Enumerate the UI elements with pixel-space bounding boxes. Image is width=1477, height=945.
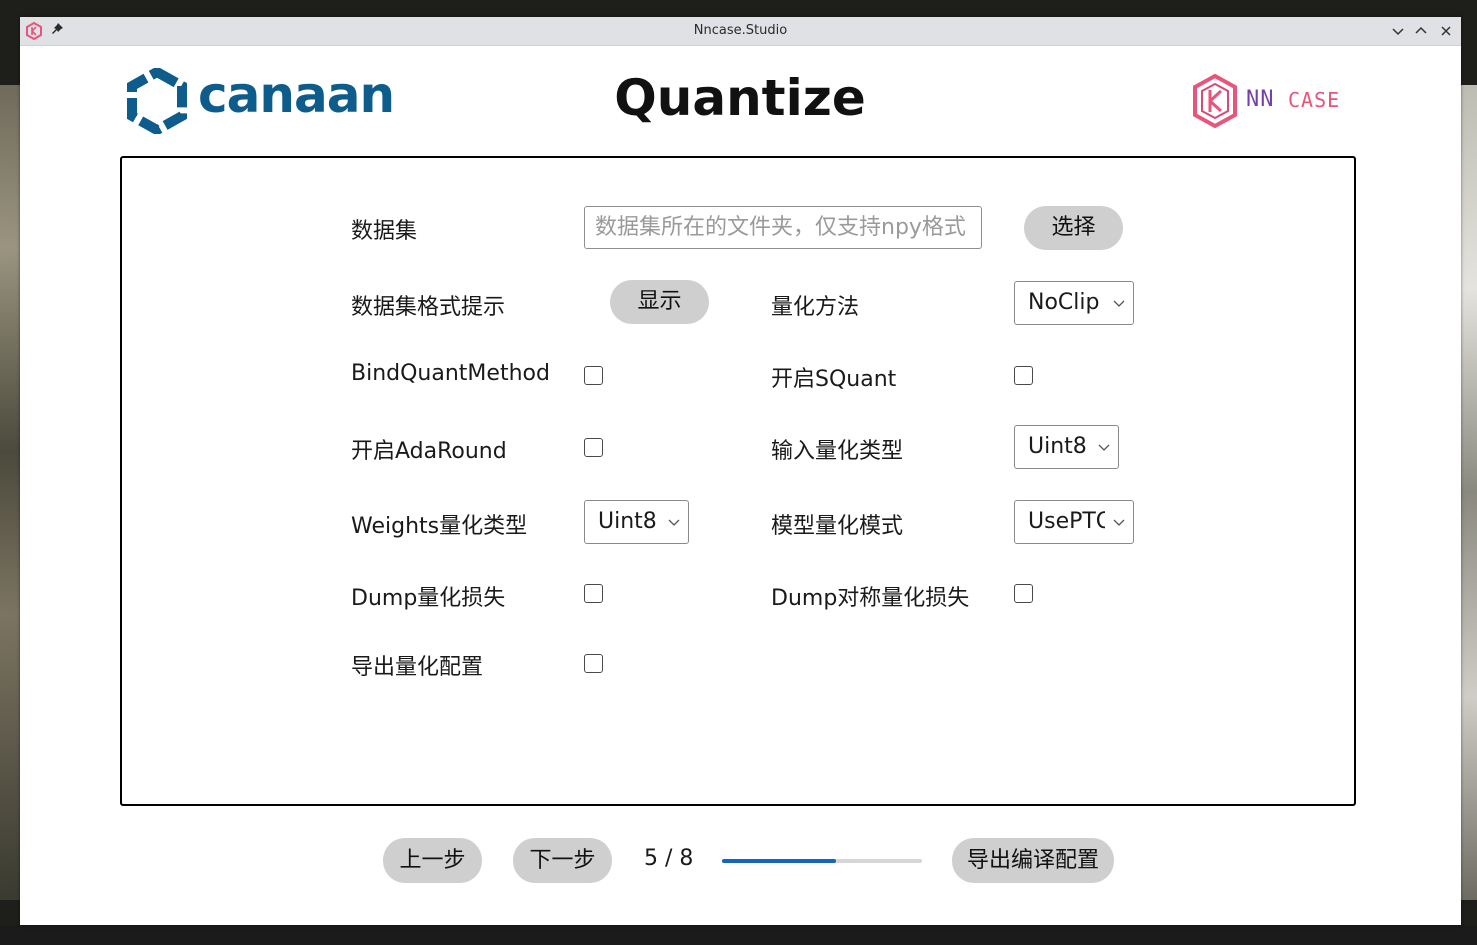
step-progress-bar xyxy=(722,859,922,863)
app-window: Nncase.Studio canaan Quantize NN CASE 数据… xyxy=(20,17,1461,925)
desktop-background-left xyxy=(0,85,20,900)
canaan-hexagon-icon xyxy=(127,68,187,134)
adaround-checkbox[interactable] xyxy=(584,438,603,457)
step-counter: 5 / 8 xyxy=(644,846,694,871)
desktop-taskbar-strip xyxy=(0,925,1477,945)
dataset-format-hint-label: 数据集格式提示 xyxy=(351,295,506,320)
bind-quant-method-checkbox[interactable] xyxy=(584,366,603,385)
weights-quant-type-select[interactable]: Uint8 xyxy=(584,500,689,544)
page-title: Quantize xyxy=(614,69,866,127)
model-quant-mode-select[interactable]: UsePTQ xyxy=(1014,500,1134,544)
model-quant-mode-value: UsePTQ xyxy=(1028,509,1105,534)
adaround-label: 开启AdaRound xyxy=(351,439,507,464)
close-button[interactable] xyxy=(1438,23,1454,39)
dump-sym-quant-error-label: Dump对称量化损失 xyxy=(771,586,970,611)
input-quant-type-select[interactable]: Uint8 xyxy=(1014,425,1119,469)
input-quant-type-label: 输入量化类型 xyxy=(771,439,904,464)
dump-quant-error-label: Dump量化损失 xyxy=(351,586,506,611)
weights-quant-type-value: Uint8 xyxy=(598,509,657,534)
canaan-wordmark: canaan xyxy=(198,66,395,124)
export-quant-config-checkbox[interactable] xyxy=(584,654,603,673)
previous-step-button[interactable]: 上一步 xyxy=(383,838,482,883)
squant-checkbox[interactable] xyxy=(1014,366,1033,385)
dataset-path-input[interactable]: 数据集所在的文件夹，仅支持npy格式 xyxy=(584,206,982,249)
show-format-hint-button[interactable]: 显示 xyxy=(610,280,709,324)
chevron-down-icon xyxy=(1098,444,1110,451)
nncase-wordmark-nn: NN xyxy=(1246,87,1275,112)
chevron-down-icon xyxy=(1113,519,1125,526)
nncase-wordmark-case: CASE xyxy=(1288,88,1341,112)
model-quant-mode-label: 模型量化模式 xyxy=(771,514,904,539)
step-progress-fill xyxy=(722,859,836,863)
chevron-down-icon xyxy=(668,519,680,526)
minimize-button[interactable] xyxy=(1390,23,1406,39)
canaan-logo: canaan xyxy=(124,66,395,134)
export-compile-config-button[interactable]: 导出编译配置 xyxy=(952,838,1114,883)
select-dataset-button[interactable]: 选择 xyxy=(1024,206,1123,250)
chevron-down-icon xyxy=(1113,300,1125,307)
weights-quant-type-label: Weights量化类型 xyxy=(351,514,528,539)
quant-method-value: NoClip xyxy=(1028,290,1100,315)
dump-sym-quant-error-checkbox[interactable] xyxy=(1014,584,1033,603)
window-title: Nncase.Studio xyxy=(693,23,788,38)
export-quant-config-label: 导出量化配置 xyxy=(351,655,484,680)
bind-quant-method-label: BindQuantMethod xyxy=(351,361,550,386)
maximize-button[interactable] xyxy=(1413,23,1429,39)
title-bar: Nncase.Studio xyxy=(20,17,1461,46)
desktop-background-right xyxy=(1460,85,1477,900)
dump-quant-error-checkbox[interactable] xyxy=(584,584,603,603)
quant-method-select[interactable]: NoClip xyxy=(1014,281,1134,325)
squant-label: 开启SQuant xyxy=(771,367,897,392)
input-quant-type-value: Uint8 xyxy=(1028,434,1087,459)
quantize-settings-panel xyxy=(120,156,1356,806)
nncase-hexagon-icon xyxy=(1193,73,1237,129)
nncase-logo: NN CASE xyxy=(1190,73,1360,129)
next-step-button[interactable]: 下一步 xyxy=(513,838,612,883)
dataset-label: 数据集 xyxy=(351,219,418,244)
quant-method-label: 量化方法 xyxy=(771,295,860,320)
